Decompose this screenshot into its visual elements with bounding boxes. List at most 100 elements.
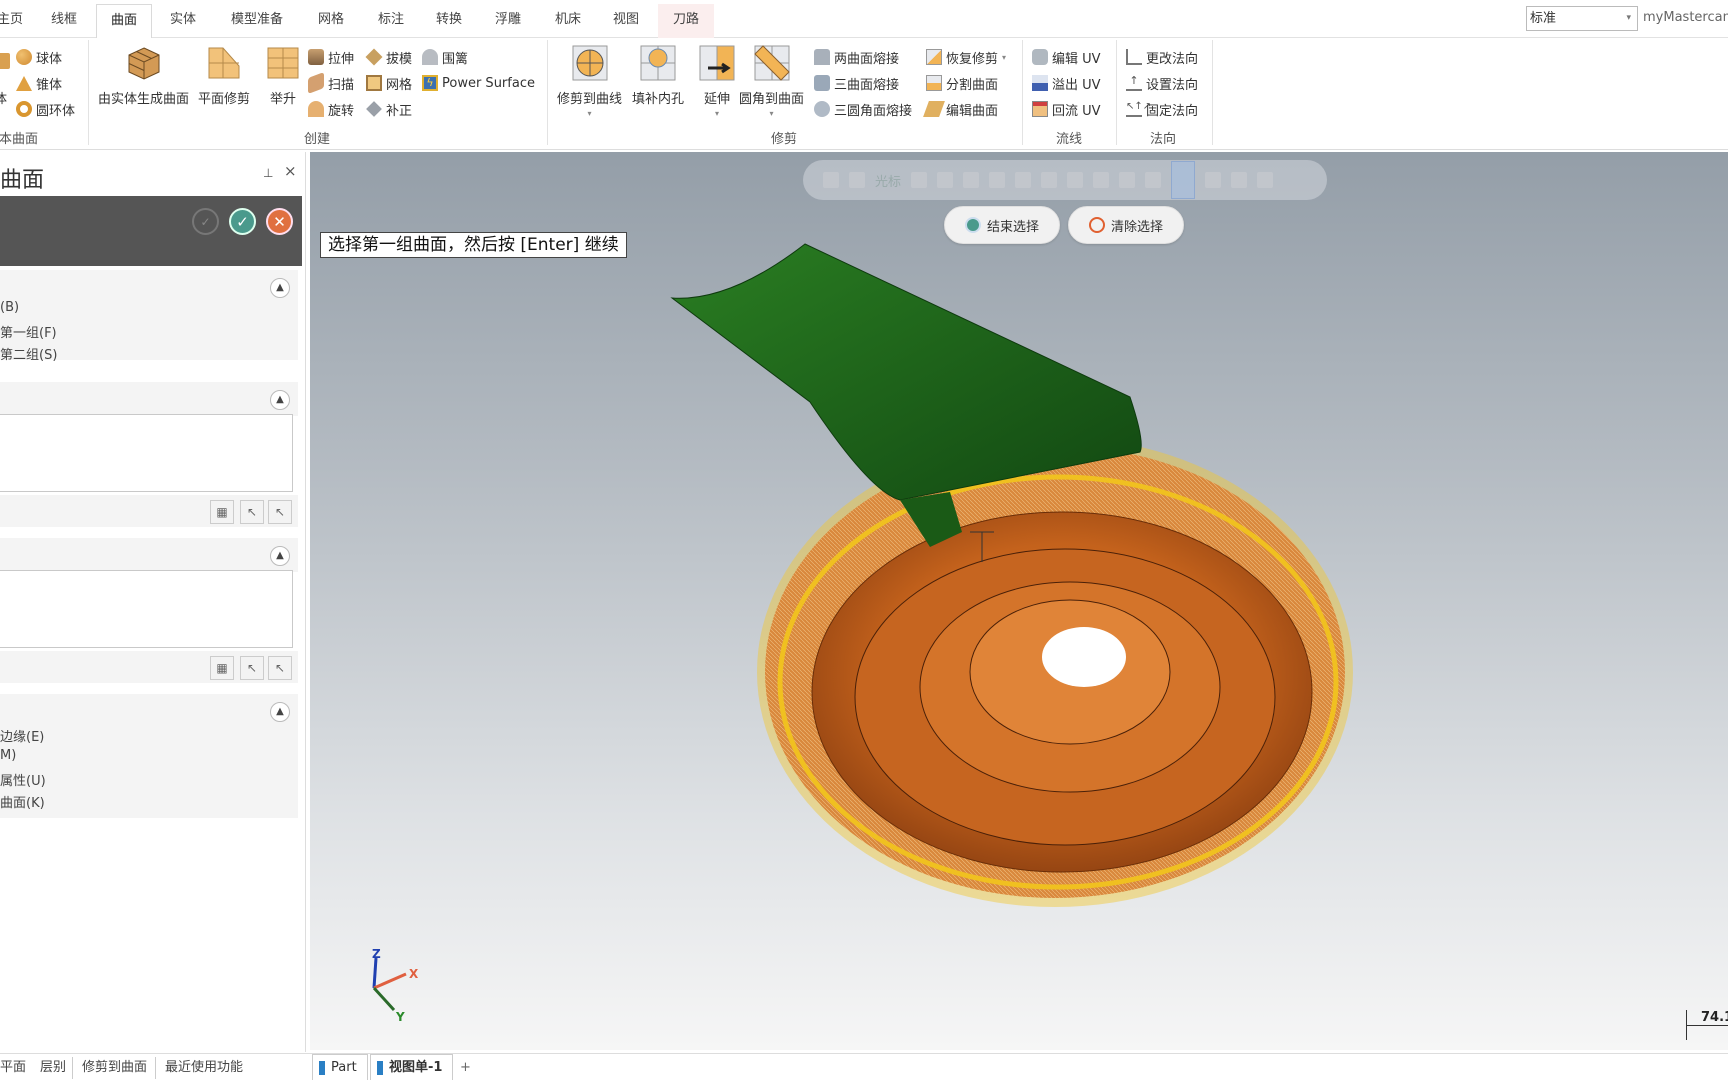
ribbon-basic-partial-icon[interactable] (0, 50, 14, 72)
ribbon-change-normal[interactable]: 更改法向 (1126, 46, 1198, 68)
chevron-up-icon[interactable]: ▲ (270, 278, 290, 298)
second-set-listbox[interactable] (0, 570, 293, 648)
panel-action-bar: ✓ ✓ ✕ (0, 196, 302, 266)
ribbon-group-modify-label: 修剪 (771, 132, 798, 147)
ribbon-two-surface-blend-label: 两曲面熔接 (834, 51, 900, 67)
reflow-uv-icon (1032, 101, 1048, 117)
chevron-up-icon[interactable]: ▲ (270, 702, 290, 722)
ribbon-revolve[interactable]: 旋转 (308, 98, 354, 120)
cursor-select-icon[interactable]: ↖ (268, 656, 292, 680)
add-select-icon[interactable]: ↖ (240, 500, 264, 524)
option-b[interactable]: (B) (0, 300, 19, 315)
ribbon-fillet-to-surfaces[interactable]: 圆角到曲面 ▾ (739, 44, 804, 118)
ribbon-fence[interactable]: 围篱 (422, 46, 468, 68)
view-tab-viewsheet-1[interactable]: 视图单-1 (370, 1054, 454, 1080)
my-mastercam-link[interactable]: myMastercam (1643, 10, 1728, 25)
select-grid-icon[interactable]: ▦ (210, 656, 234, 680)
tab-home[interactable]: 主页 (0, 4, 28, 38)
ribbon-two-surface-blend[interactable]: 两曲面熔接 (814, 46, 899, 68)
scale-indicator: 74.1 (1686, 1010, 1728, 1040)
option-second-set[interactable]: 第二组(S) (0, 344, 57, 363)
tab-surfaces[interactable]: 曲面 (96, 4, 152, 38)
tab-toolpaths[interactable]: 刀路 (658, 4, 714, 38)
ribbon-separator (88, 40, 89, 145)
ribbon-edit-uv[interactable]: 编辑 UV (1032, 46, 1101, 68)
tab-model-prep[interactable]: 模型准备 (222, 4, 292, 38)
status-recent-functions[interactable]: 最近使用功能 (165, 1057, 243, 1079)
ribbon-offset[interactable]: 补正 (366, 98, 412, 120)
ribbon-fillet-to-surfaces-label: 圆角到曲面 (739, 92, 805, 107)
ribbon-set-normal[interactable]: ↑ 设置法向 (1126, 72, 1198, 94)
tab-relief[interactable]: 浮雕 (486, 4, 530, 38)
tab-view[interactable]: 视图 (604, 4, 648, 38)
pin-icon[interactable]: ⊥ (263, 166, 273, 180)
ribbon-trim-to-curves[interactable]: 修剪到曲线 ▾ (557, 44, 622, 118)
ribbon-untrim-label: 恢复修剪 (946, 51, 999, 67)
ribbon-power-surface[interactable]: ϟ Power Surface (422, 72, 535, 94)
ribbon-split-surface[interactable]: 分割曲面 (926, 72, 998, 94)
ribbon-net[interactable]: 网格 (366, 72, 412, 94)
green-surface[interactable] (670, 243, 1142, 501)
ribbon-fix-normal[interactable]: ↖↑↗ 固定法向 (1126, 98, 1198, 120)
ribbon-sweep[interactable]: 扫描 (308, 72, 354, 94)
option-surfaces[interactable]: 曲面(K) (0, 792, 45, 811)
tab-annotate[interactable]: 标注 (370, 4, 412, 38)
status-levels[interactable]: 层别 (40, 1057, 66, 1079)
ok-button[interactable]: ✓ (229, 208, 256, 235)
add-select-icon[interactable]: ↖ (240, 656, 264, 680)
first-set-listbox[interactable] (0, 414, 293, 492)
option-edges[interactable]: 边缘(E) (0, 726, 44, 745)
ribbon-basic-partial-label[interactable]: 体 (0, 86, 7, 108)
mode-select-value: 标准 (1530, 11, 1557, 26)
ribbon-cone[interactable]: 锥体 (16, 72, 62, 94)
ribbon-flat-boundary[interactable]: 平面修剪 (198, 44, 250, 107)
select-grid-icon[interactable]: ▦ (210, 500, 234, 524)
ribbon-sphere[interactable]: 球体 (16, 46, 62, 68)
chevron-up-icon[interactable]: ▲ (270, 390, 290, 410)
ribbon-fill-holes[interactable]: 填补内孔 (632, 44, 684, 107)
ribbon-separator (1116, 40, 1117, 145)
mode-select[interactable]: 标准 ▾ (1526, 6, 1638, 31)
add-view-tab-button[interactable]: + (460, 1057, 471, 1079)
ribbon-group-normal-label: 法向 (1150, 132, 1177, 147)
ribbon-three-fillet-blend[interactable]: 三圆角面熔接 (814, 98, 912, 120)
ribbon-extrude[interactable]: 拉伸 (308, 46, 354, 68)
set-normal-icon: ↑ (1126, 75, 1142, 91)
ribbon-loft[interactable]: 举升 (264, 44, 302, 107)
ribbon-reflow-uv-label: 回流 UV (1052, 103, 1101, 119)
ribbon-torus[interactable]: 圆环体 (16, 98, 75, 120)
tab-wireframe[interactable]: 线框 (44, 4, 84, 38)
graphics-viewport[interactable]: 光标 结束选择 清除选择 选择第一组曲面，然后按 [Enter] 继续 Z X … (310, 152, 1728, 1050)
model-canvas[interactable] (310, 152, 1728, 1050)
offset-icon (366, 101, 382, 117)
chevron-up-icon[interactable]: ▲ (270, 546, 290, 566)
ribbon-edit-surface[interactable]: 编辑曲面 (923, 98, 998, 120)
ribbon-extend-label: 延伸 (703, 92, 730, 107)
ribbon-three-surface-blend-label: 三曲面熔接 (834, 77, 900, 93)
lightning-icon: ϟ (422, 75, 438, 91)
tab-machine[interactable]: 机床 (546, 4, 590, 38)
tab-solids[interactable]: 实体 (162, 4, 204, 38)
cursor-select-icon[interactable]: ↖ (268, 500, 292, 524)
tab-transform[interactable]: 转换 (428, 4, 470, 38)
apply-button[interactable]: ✓ (192, 208, 219, 235)
close-icon[interactable]: × (284, 162, 297, 180)
ribbon-draft[interactable]: 拔模 (365, 46, 412, 68)
option-first-set[interactable]: 第一组(F) (0, 322, 57, 341)
option-attributes[interactable]: 属性(U) (0, 770, 46, 789)
tab-mesh[interactable]: 网格 (310, 4, 352, 38)
ribbon-fill-holes-label: 填补内孔 (632, 92, 685, 107)
revolve-icon (308, 101, 324, 117)
ribbon-overflow-uv[interactable]: 溢出 UV (1032, 72, 1101, 94)
ribbon-untrim[interactable]: 恢复修剪 ▾ (926, 46, 1006, 68)
ribbon-extend[interactable]: 延伸 ▾ (698, 44, 736, 118)
view-tab-part[interactable]: Part (312, 1054, 368, 1080)
status-plane[interactable]: 平面 (0, 1057, 26, 1079)
status-trim-to-surface[interactable]: 修剪到曲面 (82, 1057, 147, 1079)
ribbon-reflow-uv[interactable]: 回流 UV (1032, 98, 1101, 120)
ribbon-three-surface-blend[interactable]: 三曲面熔接 (814, 72, 899, 94)
ribbon-solid-to-surface[interactable]: 由实体生成曲面 (98, 44, 189, 107)
option-m[interactable]: M) (0, 748, 16, 763)
cancel-button[interactable]: ✕ (266, 208, 293, 235)
change-normal-icon (1126, 49, 1142, 65)
